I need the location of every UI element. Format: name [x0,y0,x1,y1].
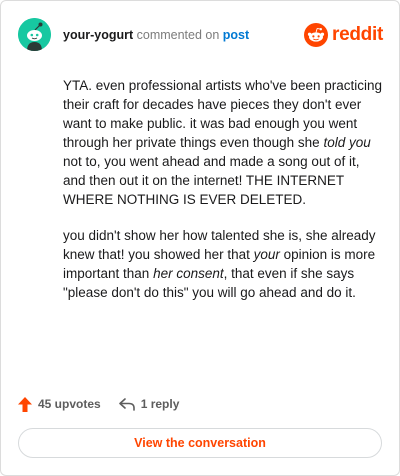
comment-header: your-yogurt commented on post reddit [18,18,383,52]
comment-paragraph-2: you didn't show her how talented she is,… [63,226,385,302]
view-conversation-button[interactable]: View the conversation [18,428,382,458]
reply-count: 1 reply [140,397,180,411]
comment-body: YTA. even professional artists who've be… [63,76,385,319]
reply-button[interactable]: 1 reply [118,397,180,411]
upvote-count: 45 upvotes [38,397,101,411]
reddit-wordmark: reddit [332,24,383,45]
snoo-avatar-icon[interactable] [18,18,51,51]
comment-byline: your-yogurt commented on post [63,27,249,43]
upvote-arrow-icon [18,396,32,412]
p1-text-b: not to, you went ahead and made a song o… [63,154,360,207]
comment-embed-card: your-yogurt commented on post reddit YTA… [0,0,400,476]
upvote-button[interactable]: 45 upvotes [18,396,101,412]
comment-actions: 45 upvotes 1 reply [18,394,197,414]
post-link[interactable]: post [223,28,249,42]
reply-arrow-icon [118,397,135,411]
reddit-logo-icon [304,23,329,47]
p2-emphasis-2: her consent [153,266,224,281]
byline-verb: commented on [133,28,223,42]
username-link[interactable]: your-yogurt [63,28,133,42]
p2-emphasis-1: your [253,247,280,262]
p1-emphasis: told you [323,135,371,150]
reddit-brand[interactable]: reddit [304,20,383,50]
comment-paragraph-1: YTA. even professional artists who've be… [63,76,385,209]
